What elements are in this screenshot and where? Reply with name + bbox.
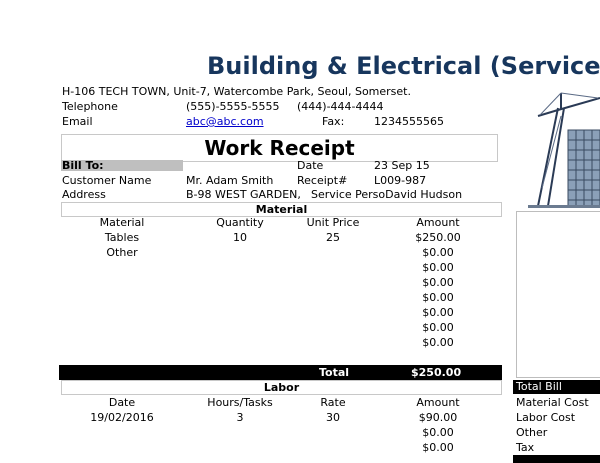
labor-header-amount: Amount <box>416 396 460 409</box>
company-title: Building & Electrical (Services <box>207 52 600 80</box>
material-cell: $0.00 <box>422 321 454 334</box>
labor-cell: 19/02/2016 <box>90 411 154 424</box>
address-label: Address <box>62 188 106 201</box>
total-bill-bar: Total Bill <box>513 380 600 394</box>
labor-cell: 3 <box>236 411 244 424</box>
email-label: Email <box>62 115 93 128</box>
labor-header-hours: Hours/Tasks <box>207 396 273 409</box>
summary-material-cost: Material Cost <box>516 396 589 409</box>
customer-name-value: Mr. Adam Smith <box>186 174 274 187</box>
telephone-2: (444)-444-4444 <box>297 100 384 113</box>
email-link[interactable]: abc@abc.com <box>186 115 264 128</box>
material-total-value: $250.00 <box>411 366 462 379</box>
material-cell: $0.00 <box>422 261 454 274</box>
material-total-bar: Total $250.00 <box>59 365 502 380</box>
telephone-label: Telephone <box>62 100 118 113</box>
labor-cell: $0.00 <box>422 426 454 439</box>
labor-section-title: Labor <box>61 380 502 395</box>
labor-cell: 30 <box>326 411 340 424</box>
address-value: B-98 WEST GARDEN, <box>186 188 301 201</box>
date-label: Date <box>297 159 324 172</box>
material-cell: $0.00 <box>422 246 454 259</box>
material-cell: 25 <box>326 231 340 244</box>
total-bill-label: Total Bill <box>516 380 562 393</box>
service-person: Service PersoDavid Hudson <box>311 188 463 201</box>
summary-labor-cost: Labor Cost <box>516 411 576 424</box>
date-value: 23 Sep 15 <box>374 159 430 172</box>
company-address: H-106 TECH TOWN, Unit-7, Watercombe Park… <box>62 85 411 98</box>
material-section-title: Material <box>61 202 502 217</box>
labor-header-rate: Rate <box>320 396 346 409</box>
summary-other: Other <box>516 426 548 439</box>
material-cell: $0.00 <box>422 291 454 304</box>
receipt-number-value: L009-987 <box>374 174 427 187</box>
labor-cell: $0.00 <box>422 441 454 454</box>
bill-to-label: Bill To: <box>62 159 104 172</box>
labor-cell: $90.00 <box>418 411 458 424</box>
material-cell: Tables <box>104 231 140 244</box>
telephone-1: (555)-5555-5555 <box>186 100 280 113</box>
material-header-material: Material <box>99 216 145 229</box>
material-cell: $0.00 <box>422 336 454 349</box>
labor-header-date: Date <box>108 396 136 409</box>
material-header-quantity: Quantity <box>216 216 264 229</box>
material-cell: $0.00 <box>422 306 454 319</box>
material-cell: Other <box>106 246 138 259</box>
receipt-title: Work Receipt <box>61 134 498 162</box>
notes-box <box>516 211 600 378</box>
summary-tax: Tax <box>516 441 535 454</box>
building-crane-image <box>528 92 600 208</box>
material-header-unit-price: Unit Price <box>306 216 360 229</box>
material-cell: $0.00 <box>422 276 454 289</box>
material-cell: 10 <box>233 231 247 244</box>
material-cell: $250.00 <box>415 231 461 244</box>
material-total-label: Total <box>319 366 350 379</box>
customer-name-label: Customer Name <box>62 174 152 187</box>
fax-label: Fax: <box>322 115 345 128</box>
receipt-number-label: Receipt# <box>297 174 348 187</box>
fax-value: 1234555565 <box>374 115 444 128</box>
material-header-amount: Amount <box>416 216 460 229</box>
summary-bottom-bar <box>513 455 600 463</box>
